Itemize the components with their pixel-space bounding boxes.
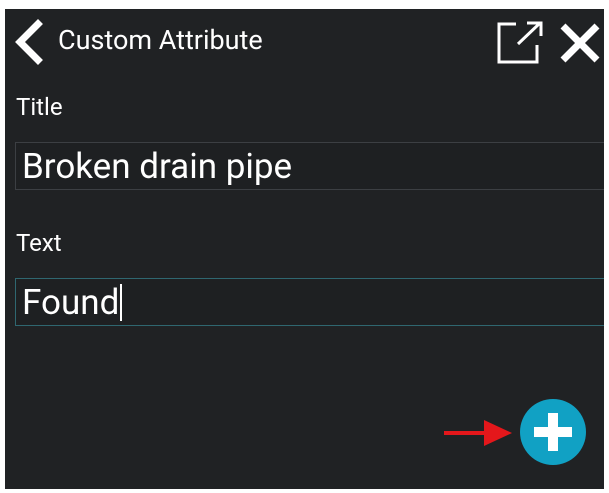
title-field[interactable]: Broken drain pipe <box>15 142 604 190</box>
close-button[interactable] <box>558 21 602 65</box>
text-field[interactable]: Found <box>15 278 604 326</box>
back-button[interactable] <box>11 19 47 65</box>
text-label: Text <box>16 229 62 257</box>
plus-icon <box>534 413 572 451</box>
add-button[interactable] <box>520 399 586 465</box>
page-title: Custom Attribute <box>58 24 263 56</box>
title-value: Broken drain pipe <box>22 146 293 187</box>
red-arrow-icon <box>442 417 514 449</box>
open-external-button[interactable] <box>496 20 544 66</box>
title-label: Title <box>16 93 63 121</box>
chevron-left-icon <box>15 19 43 65</box>
text-cursor <box>120 284 123 321</box>
text-value-wrapper: Found <box>22 282 123 323</box>
custom-attribute-screen: Custom Attribute Title Broken drain pipe… <box>5 9 604 489</box>
text-value: Found <box>22 282 120 323</box>
app-header: Custom Attribute <box>5 9 604 73</box>
close-icon <box>560 23 600 63</box>
open-in-new-icon <box>497 21 543 64</box>
